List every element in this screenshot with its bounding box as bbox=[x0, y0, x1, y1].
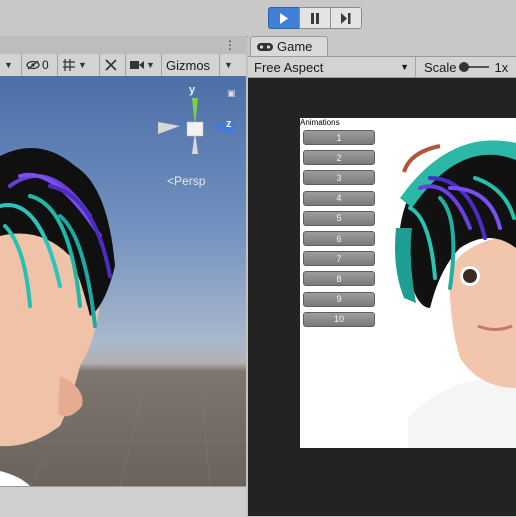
main-toolbar bbox=[0, 0, 516, 37]
orientation-gizmo[interactable] bbox=[150, 86, 240, 176]
game-tab-label: Game bbox=[277, 39, 313, 54]
step-button[interactable] bbox=[330, 7, 362, 29]
pause-icon bbox=[311, 12, 319, 24]
draw-mode-dropdown[interactable]: ▼ bbox=[0, 54, 22, 76]
scale-slider[interactable] bbox=[458, 62, 489, 72]
play-button[interactable] bbox=[268, 7, 300, 29]
animations-title: Animations bbox=[300, 118, 340, 127]
grid-snap-dropdown[interactable]: ▼ bbox=[58, 54, 100, 76]
aspect-dropdown[interactable]: Free Aspect ▼ bbox=[248, 56, 416, 78]
chevron-down-icon: ▼ bbox=[4, 60, 13, 70]
persp-label[interactable]: <Persp bbox=[167, 174, 205, 188]
animation-button-2[interactable]: 2 bbox=[303, 150, 375, 166]
scale-slider-thumb[interactable] bbox=[458, 62, 469, 72]
tab-game[interactable]: Game bbox=[250, 36, 328, 56]
gizmos-dropdown[interactable]: ▼ bbox=[220, 54, 238, 76]
pause-button[interactable] bbox=[299, 7, 331, 29]
scene-toolbar: ▼ 0 ▼ ▼ Gizmos ▼ bbox=[0, 54, 246, 77]
grid-icon bbox=[63, 59, 75, 71]
gizmos-label: Gizmos bbox=[166, 57, 211, 73]
scale-control: Scale 1x bbox=[416, 60, 508, 75]
axis-y-label: y bbox=[189, 84, 196, 96]
scale-value: 1x bbox=[494, 59, 509, 75]
animation-button-9[interactable]: 9 bbox=[303, 291, 375, 307]
scene-viewport[interactable]: y z ▣ <Persp bbox=[0, 76, 246, 486]
tools-button[interactable] bbox=[100, 54, 126, 76]
persp-arrow-icon: < bbox=[167, 174, 175, 188]
animation-button-3[interactable]: 3 bbox=[303, 170, 375, 186]
game-canvas[interactable]: Animations 1 2 3 4 5 6 7 8 9 10 bbox=[300, 118, 516, 448]
scene-bottom-bar bbox=[0, 486, 246, 517]
tools-icon bbox=[105, 59, 117, 71]
animation-button-7[interactable]: 7 bbox=[303, 251, 375, 267]
animation-button-4[interactable]: 4 bbox=[303, 190, 375, 206]
scene-tabstrip: ⋮ bbox=[0, 36, 246, 55]
chevron-down-icon: ▼ bbox=[224, 60, 233, 70]
camera-dropdown[interactable]: ▼ bbox=[126, 54, 162, 76]
lock-icon[interactable]: ▣ bbox=[227, 88, 236, 99]
animation-button-5[interactable]: 5 bbox=[303, 210, 375, 226]
animation-button-6[interactable]: 6 bbox=[303, 231, 375, 246]
chevron-down-icon: ▼ bbox=[78, 60, 87, 70]
game-viewport[interactable]: Animations 1 2 3 4 5 6 7 8 9 10 bbox=[248, 78, 516, 516]
persp-text: Persp bbox=[174, 174, 206, 188]
step-icon bbox=[341, 12, 351, 24]
chevron-down-icon: ▼ bbox=[400, 62, 409, 72]
game-panel: Game Free Aspect ▼ Scale 1x Animations 1… bbox=[248, 36, 516, 516]
gamepad-icon bbox=[257, 42, 273, 51]
aspect-label: Free Aspect bbox=[254, 59, 324, 75]
hidden-count: 0 bbox=[42, 58, 49, 72]
scale-label: Scale bbox=[424, 59, 457, 75]
more-options-icon[interactable]: ⋮ bbox=[224, 38, 236, 52]
eye-slash-icon bbox=[26, 60, 40, 70]
animation-button-8[interactable]: 8 bbox=[303, 271, 375, 287]
play-icon bbox=[280, 12, 288, 24]
scene-panel: ⋮ ▼ 0 ▼ ▼ Gizmos ▼ y z ▣ <Persp bbox=[0, 36, 246, 517]
animation-button-10[interactable]: 10 bbox=[303, 311, 375, 327]
gizmos-button[interactable]: Gizmos bbox=[162, 54, 220, 76]
animation-button-1[interactable]: 1 bbox=[303, 130, 375, 145]
hidden-objects-toggle[interactable]: 0 bbox=[22, 54, 58, 76]
camera-icon bbox=[130, 61, 144, 69]
playmode-controls bbox=[268, 7, 362, 29]
axis-z-label: z bbox=[226, 118, 232, 130]
game-toolbar: Free Aspect ▼ Scale 1x bbox=[248, 56, 516, 78]
chevron-down-icon: ▼ bbox=[146, 60, 155, 70]
